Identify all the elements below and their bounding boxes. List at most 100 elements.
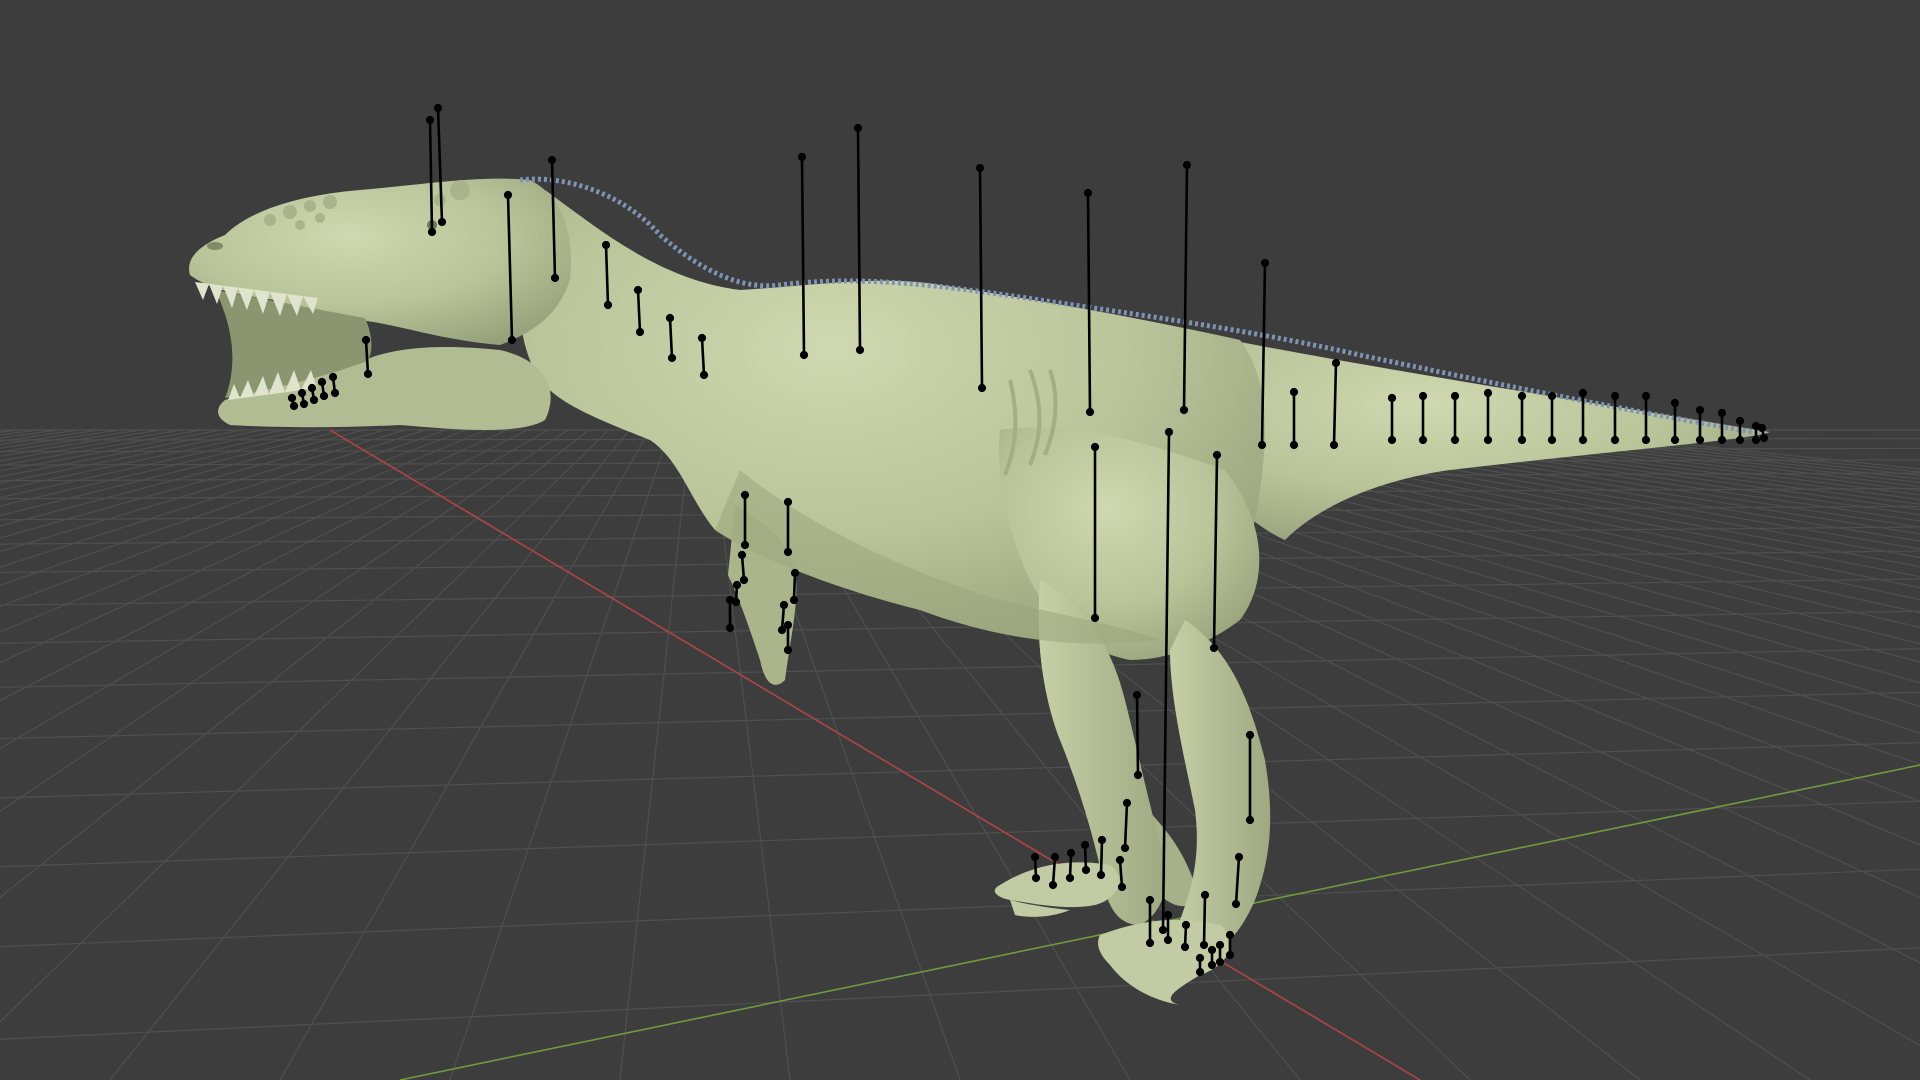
bone-joint[interactable] (1517, 435, 1527, 445)
bone-joint[interactable] (1578, 388, 1588, 398)
bone-joint[interactable] (1670, 398, 1680, 408)
bone-joint[interactable] (777, 625, 787, 635)
bone-joint[interactable] (740, 540, 750, 550)
bone-joint[interactable] (779, 600, 789, 610)
bone-joint[interactable] (1735, 435, 1745, 445)
bone-joint[interactable] (1387, 435, 1397, 445)
bone-joint[interactable] (1735, 416, 1745, 426)
bone-joint[interactable] (1759, 433, 1769, 443)
bone-joint[interactable] (1179, 405, 1189, 415)
bone-joint[interactable] (363, 369, 373, 379)
bone-joint[interactable] (1610, 391, 1620, 401)
bone-joint[interactable] (667, 353, 677, 363)
bone-joint[interactable] (1483, 388, 1493, 398)
bone-joint[interactable] (853, 123, 863, 133)
bone-joint[interactable] (503, 190, 513, 200)
bone-joint[interactable] (1050, 852, 1060, 862)
bone-joint[interactable] (732, 580, 742, 590)
bone-joint[interactable] (975, 163, 985, 173)
bone-joint[interactable] (1199, 940, 1209, 950)
bone-joint[interactable] (1065, 873, 1075, 883)
bone-joint[interactable] (1145, 895, 1155, 905)
bone-joint[interactable] (317, 377, 327, 387)
bone-stick[interactable] (1135, 693, 1140, 777)
bone-joint[interactable] (601, 240, 611, 250)
bone-joint[interactable] (437, 217, 447, 227)
bone-joint[interactable] (697, 333, 707, 343)
bone-joint[interactable] (328, 372, 338, 382)
bone-joint[interactable] (1695, 405, 1705, 415)
bone-joint[interactable] (1145, 938, 1155, 948)
bone-joint[interactable] (1066, 848, 1076, 858)
bone-joint[interactable] (1180, 942, 1190, 952)
bone-joint[interactable] (789, 595, 799, 605)
bone-joint[interactable] (1225, 930, 1235, 940)
bone-joint[interactable] (1195, 967, 1205, 977)
bone-joint[interactable] (740, 490, 750, 500)
bone-joint[interactable] (790, 568, 800, 578)
bone-joint[interactable] (1181, 920, 1191, 930)
bone-joint[interactable] (799, 350, 809, 360)
bone-joint[interactable] (635, 327, 645, 337)
bone-joint[interactable] (425, 115, 435, 125)
bone-joint[interactable] (855, 345, 865, 355)
bone-joint[interactable] (427, 227, 437, 237)
bone-joint[interactable] (783, 497, 793, 507)
bone-joint[interactable] (1547, 435, 1557, 445)
bone-joint[interactable] (1547, 391, 1557, 401)
bone-joint[interactable] (1329, 440, 1339, 450)
bone-joint[interactable] (1207, 960, 1217, 970)
bone-joint[interactable] (307, 383, 317, 393)
viewport-canvas[interactable] (0, 0, 1920, 1080)
bone-joint[interactable] (507, 335, 517, 345)
bone-joint[interactable] (1030, 852, 1040, 862)
bone-joint[interactable] (1517, 391, 1527, 401)
bone-joint[interactable] (1031, 873, 1041, 883)
bone-joint[interactable] (1225, 950, 1235, 960)
bone-joint[interactable] (1163, 935, 1173, 945)
bone-joint[interactable] (1717, 435, 1727, 445)
bone-joint[interactable] (1234, 852, 1244, 862)
bone-joint[interactable] (783, 620, 793, 630)
bone-joint[interactable] (1289, 387, 1299, 397)
bone-joint[interactable] (1164, 427, 1174, 437)
bone-joint[interactable] (361, 335, 371, 345)
bone-joint[interactable] (783, 645, 793, 655)
bone-joint[interactable] (1215, 957, 1225, 967)
bone-joint[interactable] (725, 595, 735, 605)
bone-joint[interactable] (1209, 643, 1219, 653)
bone-joint[interactable] (1245, 730, 1255, 740)
bone-joint[interactable] (1096, 870, 1106, 880)
bone-joint[interactable] (1757, 423, 1767, 433)
bone-joint[interactable] (1610, 435, 1620, 445)
bone-joint[interactable] (1331, 358, 1341, 368)
bone-joint[interactable] (977, 383, 987, 393)
bone-joint[interactable] (1097, 835, 1107, 845)
bone-joint[interactable] (1245, 815, 1255, 825)
bone-joint[interactable] (1115, 855, 1125, 865)
bone-joint[interactable] (783, 547, 793, 557)
bone-joint[interactable] (1260, 258, 1270, 268)
bone-joint[interactable] (287, 393, 297, 403)
bone-stick[interactable] (1202, 893, 1207, 947)
bone-joint[interactable] (1695, 435, 1705, 445)
bone-joint[interactable] (725, 623, 735, 633)
bone-joint[interactable] (297, 388, 307, 398)
bone-joint[interactable] (319, 391, 329, 401)
bone-joint[interactable] (330, 388, 340, 398)
3d-viewport[interactable] (0, 0, 1920, 1080)
bone-joint[interactable] (1641, 391, 1651, 401)
bone-joint[interactable] (633, 285, 643, 295)
bone-joint[interactable] (1215, 940, 1225, 950)
bone-joint[interactable] (1670, 435, 1680, 445)
bone-joint[interactable] (309, 395, 319, 405)
bone-joint[interactable] (1048, 880, 1058, 890)
bone-joint[interactable] (1083, 188, 1093, 198)
bone-joint[interactable] (1163, 910, 1173, 920)
bone-joint[interactable] (1133, 770, 1143, 780)
bone-stick[interactable] (1099, 838, 1104, 877)
bone-joint[interactable] (1387, 393, 1397, 403)
bone-joint[interactable] (433, 103, 443, 113)
bone-joint[interactable] (1122, 798, 1132, 808)
bone-joint[interactable] (1120, 843, 1130, 853)
